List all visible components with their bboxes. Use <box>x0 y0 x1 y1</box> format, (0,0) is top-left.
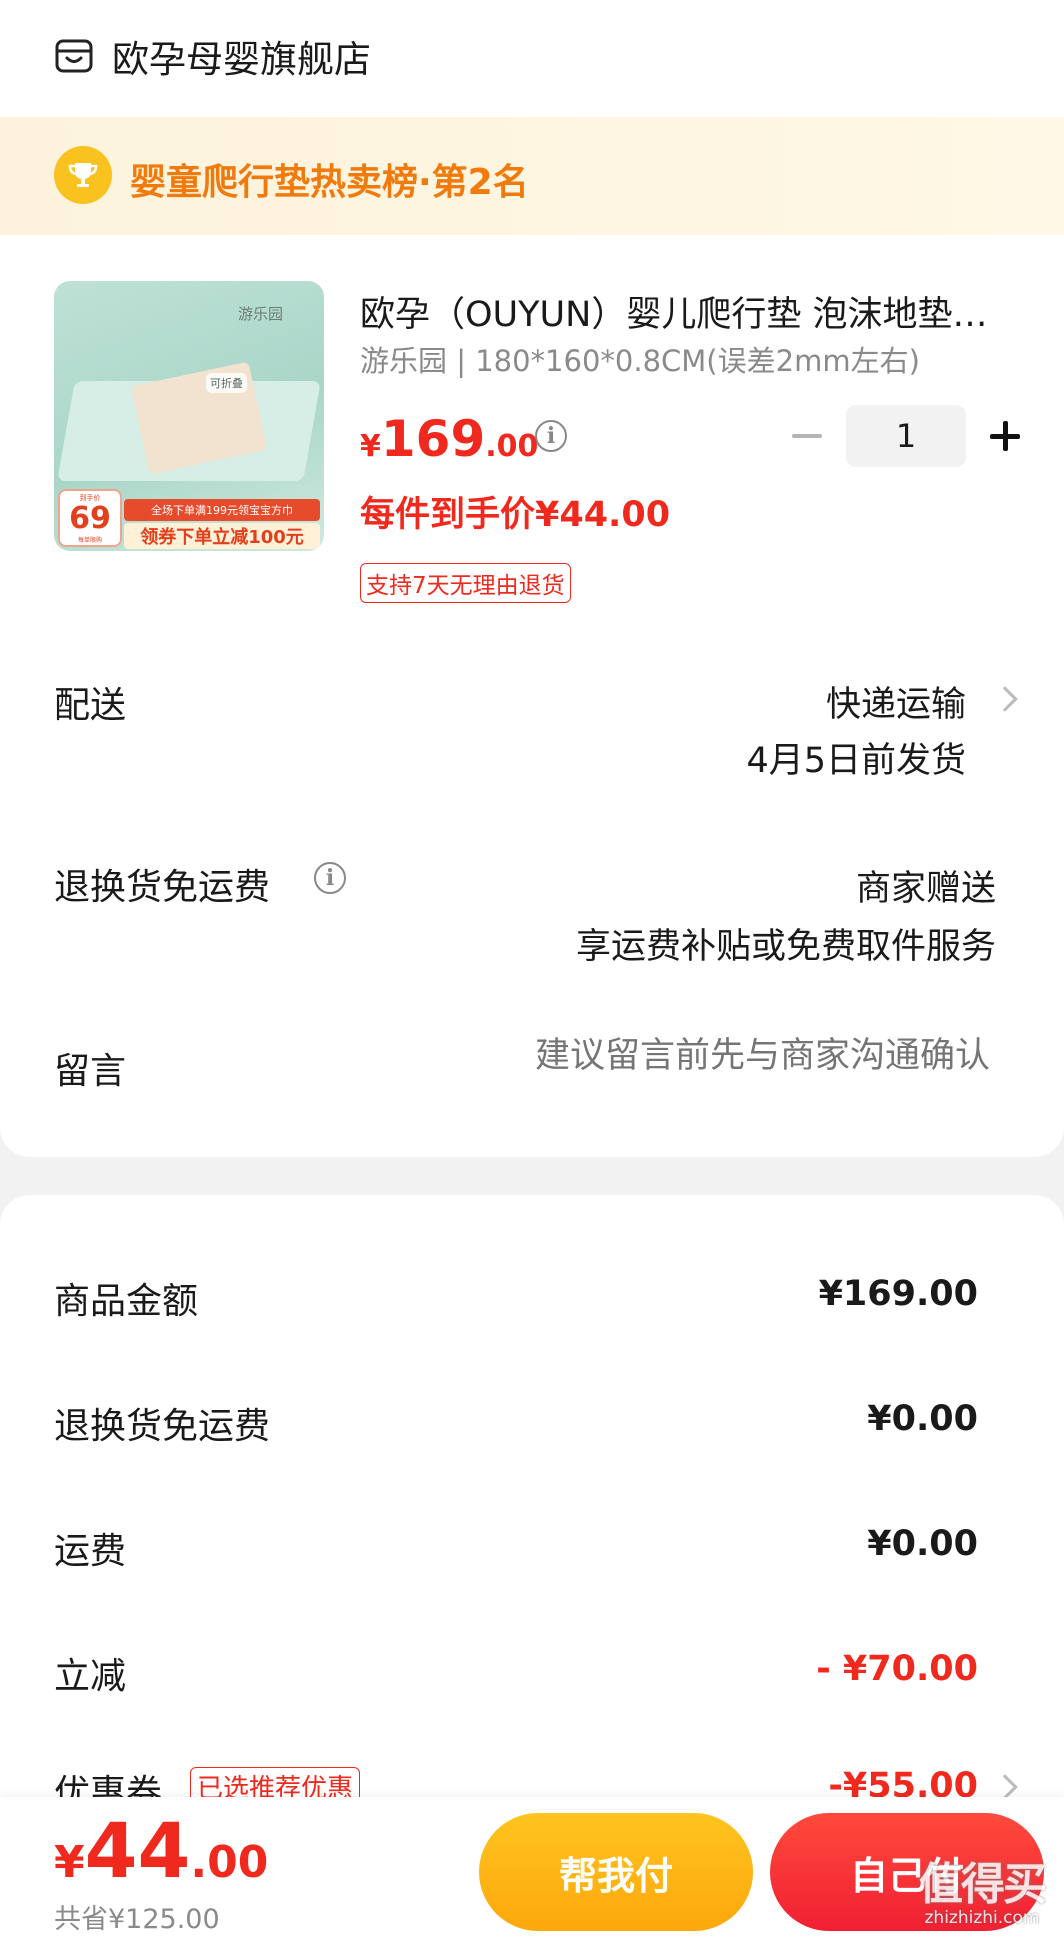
rank-banner[interactable]: 婴童爬行垫热卖榜·第2名 <box>0 117 1064 235</box>
return-shipping-value: 商家赠送 <box>855 869 996 909</box>
shop-header[interactable]: 欧孕母婴旗舰店 <box>54 28 371 84</box>
summary-shipping-label: 运费 <box>54 1531 127 1572</box>
summary-return-value: ¥0.00 <box>867 1399 978 1439</box>
rank-text: 婴童爬行垫热卖榜·第2名 <box>130 162 529 203</box>
product-price: ¥169.00 <box>360 410 539 468</box>
trophy-icon <box>54 146 112 204</box>
summary-discount-label: 立减 <box>54 1656 127 1697</box>
return-shipping-label: 退换货免运费 <box>54 867 271 908</box>
summary-return-label: 退换货免运费 <box>54 1406 271 1447</box>
product-image[interactable]: 游乐园 可折叠 全场下单满199元领宝宝方巾 领券下单立减100元 到手价 69… <box>54 281 324 551</box>
product-title[interactable]: 欧孕（OUYUN）婴儿爬行垫 泡沫地垫宝宝爬爬垫 <box>360 286 1020 337</box>
site-watermark: 值得买 zhizhizhi.com <box>919 1859 1047 1928</box>
quantity-input[interactable]: 1 <box>846 405 966 467</box>
message-label: 留言 <box>54 1051 127 1092</box>
summary-goods-value: ¥169.00 <box>818 1274 978 1314</box>
return-policy-tag: 支持7天无理由退货 <box>360 563 571 603</box>
total-price: ¥44.00 <box>54 1806 269 1895</box>
delivery-label: 配送 <box>54 685 127 726</box>
return-shipping-info-icon[interactable]: i <box>314 862 346 894</box>
total-saved: 共省¥125.00 <box>54 1904 220 1935</box>
image-promo-line2: 领券下单立减100元 <box>124 523 320 549</box>
price-info-icon[interactable]: i <box>535 420 567 452</box>
image-promo-line1: 全场下单满199元领宝宝方巾 <box>124 499 320 521</box>
unit-final-price: 每件到手价¥44.00 <box>360 495 671 535</box>
summary-shipping-value: ¥0.00 <box>867 1524 978 1564</box>
image-fold-label: 可折叠 <box>206 373 247 393</box>
quantity-increase-button[interactable] <box>988 416 1022 456</box>
return-shipping-desc: 享运费补贴或免费取件服务 <box>575 927 996 967</box>
help-pay-button[interactable]: 帮我付 <box>479 1813 753 1931</box>
image-price-badge: 到手价 69 每单限购 <box>58 489 122 547</box>
product-spec[interactable]: 游乐园 | 180*160*0.8CM(误差2mm左右) <box>360 338 920 380</box>
quantity-decrease-button[interactable] <box>790 416 824 456</box>
store-icon <box>55 39 93 73</box>
shop-name: 欧孕母婴旗舰店 <box>112 38 371 81</box>
message-input[interactable] <box>440 1036 990 1076</box>
image-logo-text: 游乐园 <box>238 305 284 323</box>
delivery-method: 快递运输 <box>825 685 966 725</box>
summary-goods-label: 商品金额 <box>54 1281 199 1322</box>
ship-date: 4月5日前发货 <box>746 741 966 781</box>
summary-discount-value: - ¥70.00 <box>816 1649 978 1689</box>
